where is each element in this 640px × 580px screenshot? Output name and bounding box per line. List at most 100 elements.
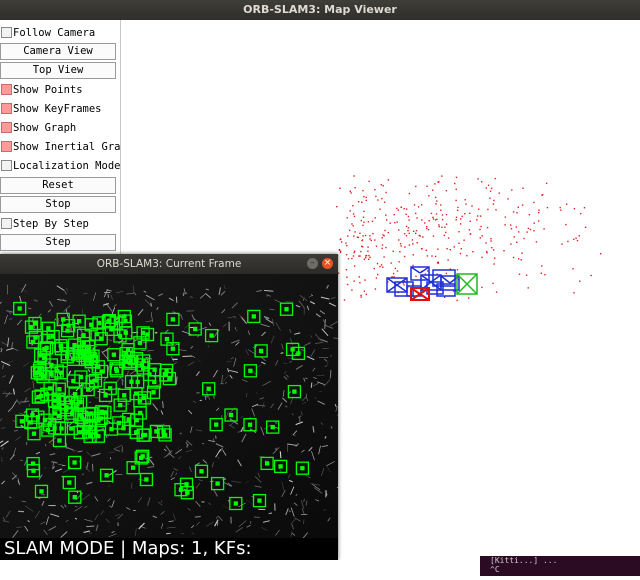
map-point xyxy=(340,252,341,253)
map-point xyxy=(470,233,471,234)
map-point xyxy=(354,216,355,217)
feature-point xyxy=(200,470,203,473)
feature-point xyxy=(144,434,147,437)
map-point xyxy=(346,269,347,270)
top-view-button[interactable]: Top View xyxy=(0,62,116,79)
minimize-icon[interactable]: – xyxy=(307,258,318,269)
map-point xyxy=(354,265,355,266)
map-point xyxy=(442,219,443,220)
localization-mode-checkbox[interactable]: Localization Mode xyxy=(0,157,118,175)
feature-point xyxy=(74,393,77,396)
map-point xyxy=(436,213,437,214)
map-point xyxy=(511,189,512,190)
step-by-step-checkbox[interactable]: Step By Step xyxy=(0,215,118,233)
map-point xyxy=(431,213,432,214)
show-graph-checkbox[interactable]: Show Graph xyxy=(0,119,118,137)
follow-camera-checkbox[interactable]: Follow Camera xyxy=(0,24,118,42)
checkbox-box[interactable] xyxy=(1,122,12,133)
show-points-checkbox[interactable]: Show Points xyxy=(0,81,118,99)
feature-point xyxy=(40,395,43,398)
map-point xyxy=(407,230,408,231)
feature-point xyxy=(109,387,112,390)
map-point xyxy=(366,200,367,201)
step-button[interactable]: Step xyxy=(0,234,116,251)
feature-point xyxy=(293,390,296,393)
map-point xyxy=(433,218,434,219)
close-icon[interactable]: × xyxy=(322,258,333,269)
map-point xyxy=(492,283,493,284)
map-point xyxy=(471,205,472,206)
texture-stroke xyxy=(195,517,201,518)
feature-point xyxy=(152,391,155,394)
map-point xyxy=(379,209,380,210)
reset-button[interactable]: Reset xyxy=(0,177,116,194)
map-point xyxy=(379,266,380,267)
map-point xyxy=(365,235,366,236)
checkbox-box[interactable] xyxy=(1,27,12,38)
map-point xyxy=(466,255,467,256)
map-point xyxy=(409,193,410,194)
map-point xyxy=(472,251,473,252)
map-point xyxy=(577,240,578,241)
map-point xyxy=(354,251,355,252)
feature-point xyxy=(82,334,85,337)
show-inertial-graph-checkbox[interactable]: Show Inertial Graph xyxy=(0,138,118,156)
checkbox-box[interactable] xyxy=(1,218,12,229)
map-point xyxy=(347,217,348,218)
map-point xyxy=(491,247,492,248)
feature-point xyxy=(73,496,76,499)
map-point xyxy=(543,228,544,229)
current-frame-titlebar[interactable]: ORB-SLAM3: Current Frame – × xyxy=(0,254,338,274)
map-point xyxy=(495,209,496,210)
feature-point xyxy=(234,502,237,505)
map-point xyxy=(544,274,545,275)
map-viewer-titlebar[interactable]: ORB-SLAM3: Map Viewer xyxy=(0,0,640,20)
map-point xyxy=(493,249,494,250)
checkbox-box[interactable] xyxy=(1,141,12,152)
map-point xyxy=(359,282,360,283)
map-point xyxy=(403,284,404,285)
map-point xyxy=(435,203,436,204)
feature-point xyxy=(132,466,135,469)
camera-view-button[interactable]: Camera View xyxy=(0,43,116,60)
stop-button[interactable]: Stop xyxy=(0,196,116,213)
map-point xyxy=(382,248,383,249)
map-point xyxy=(368,259,369,260)
map-point xyxy=(534,223,535,224)
map-point xyxy=(353,213,354,214)
map-point xyxy=(480,226,481,227)
map-point xyxy=(353,225,354,226)
map-point xyxy=(458,243,459,244)
map-point xyxy=(372,221,373,222)
map-point xyxy=(566,204,567,205)
checkbox-box[interactable] xyxy=(1,103,12,114)
map-point xyxy=(518,207,519,208)
map-point xyxy=(375,196,376,197)
map-point xyxy=(345,242,346,243)
feature-point xyxy=(146,333,149,336)
feature-point xyxy=(127,418,130,421)
checkbox-box[interactable] xyxy=(1,160,12,171)
texture-stroke xyxy=(9,319,12,320)
map-point xyxy=(446,248,447,249)
map-point xyxy=(432,217,433,218)
map-point xyxy=(470,221,471,222)
feature-point xyxy=(258,499,261,502)
feature-point xyxy=(124,320,127,323)
map-point xyxy=(406,226,407,227)
feature-point xyxy=(70,401,73,404)
map-point xyxy=(350,192,351,193)
map-point xyxy=(366,255,367,256)
map-point xyxy=(457,300,458,301)
feature-point xyxy=(79,401,82,404)
checkbox-box[interactable] xyxy=(1,84,12,95)
feature-point xyxy=(60,371,63,374)
map-point xyxy=(510,243,511,244)
feature-point xyxy=(171,318,174,321)
texture-stroke xyxy=(155,333,157,334)
show-keyframes-checkbox[interactable]: Show KeyFrames xyxy=(0,100,118,118)
map-point xyxy=(438,224,439,225)
map-point xyxy=(490,191,491,192)
map-point xyxy=(516,242,517,243)
texture-stroke xyxy=(311,383,312,388)
